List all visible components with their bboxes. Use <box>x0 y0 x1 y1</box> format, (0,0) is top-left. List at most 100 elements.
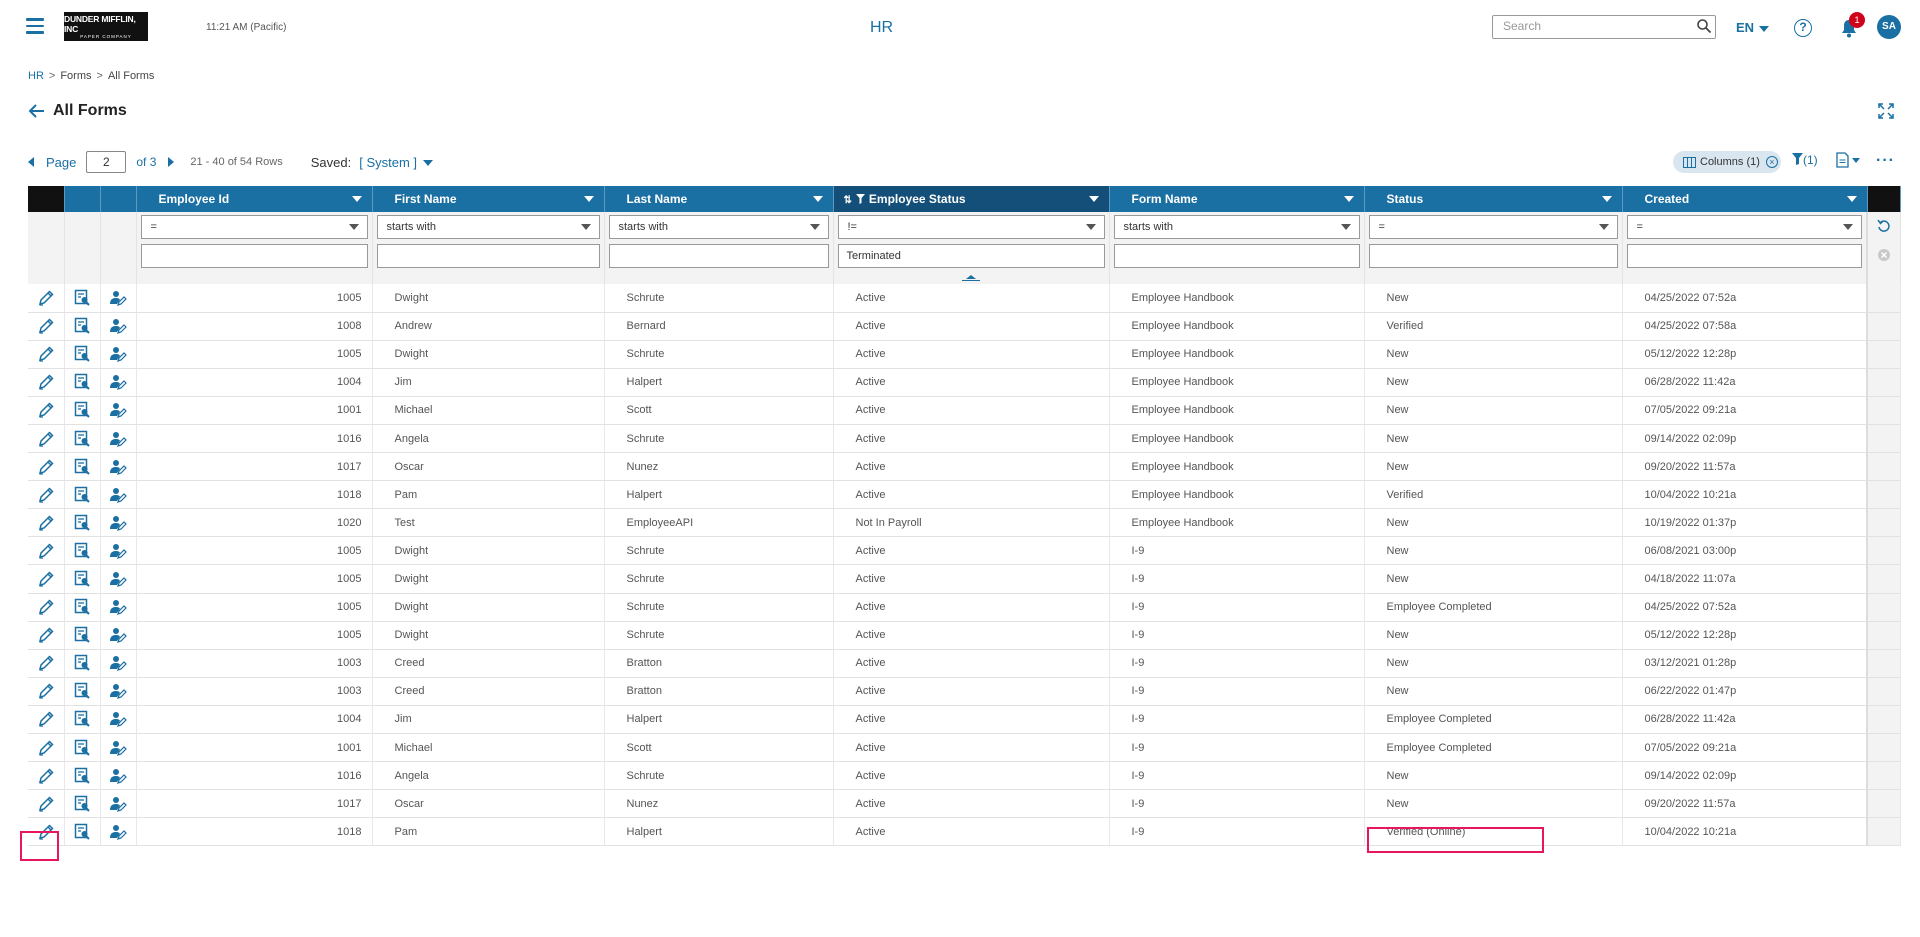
employee-edit-icon[interactable] <box>100 733 137 763</box>
page-number-input[interactable]: 2 <box>86 151 127 173</box>
column-menu-icon[interactable] <box>1601 196 1612 202</box>
back-arrow-icon[interactable] <box>28 104 46 118</box>
employee-edit-icon[interactable] <box>100 649 137 678</box>
edit-pencil-icon[interactable] <box>28 340 65 369</box>
filter-operator-form-name[interactable]: starts with <box>1113 215 1360 239</box>
table-row[interactable]: 1003 Creed Bratton Active I-9 New 06/22/2022 0… <box>28 677 1901 706</box>
column-menu-icon[interactable] <box>812 196 823 202</box>
form-view-icon[interactable] <box>64 761 101 791</box>
col-header-employee-id[interactable]: Employee Id <box>136 186 373 212</box>
form-view-icon[interactable] <box>64 508 101 538</box>
employee-edit-icon[interactable] <box>100 593 137 622</box>
language-selector[interactable]: EN <box>1736 20 1770 35</box>
edit-pencil-icon[interactable] <box>28 508 65 538</box>
table-row[interactable]: 1018 Pam Halpert Active I-9 Verified (Online)… <box>28 817 1901 847</box>
column-menu-icon[interactable] <box>1846 196 1857 202</box>
employee-edit-icon[interactable] <box>100 480 137 510</box>
form-view-icon[interactable] <box>64 452 101 482</box>
form-view-icon[interactable] <box>64 733 101 763</box>
table-row[interactable]: 1001 Michael Scott Active Employee Handbook N… <box>28 396 1901 425</box>
form-view-icon[interactable] <box>64 705 101 735</box>
avatar[interactable]: SA <box>1877 15 1901 39</box>
expand-icon[interactable] <box>1878 103 1894 119</box>
employee-edit-icon[interactable] <box>100 424 137 454</box>
table-row[interactable]: 1017 Oscar Nunez Active Employee Handbook New… <box>28 452 1901 482</box>
column-menu-icon[interactable] <box>583 196 594 202</box>
menu-icon[interactable] <box>26 18 44 34</box>
filter-value-last-name[interactable] <box>608 244 829 268</box>
employee-edit-icon[interactable] <box>100 789 137 819</box>
filter-value-status[interactable] <box>1368 244 1618 268</box>
edit-pencil-icon[interactable] <box>28 621 65 650</box>
next-page-icon[interactable] <box>168 157 175 167</box>
edit-pencil-icon[interactable] <box>28 649 65 678</box>
employee-edit-icon[interactable] <box>100 761 137 791</box>
edit-pencil-icon[interactable] <box>28 817 65 847</box>
company-logo[interactable]: DUNDER MIFFLIN, INC PAPER COMPANY <box>64 12 148 41</box>
employee-edit-icon[interactable] <box>100 284 137 313</box>
employee-edit-icon[interactable] <box>100 452 137 482</box>
form-view-icon[interactable] <box>64 368 101 397</box>
table-row[interactable]: 1020 Test EmployeeAPI Not In Payroll Employe… <box>28 508 1901 538</box>
columns-chip[interactable]: Columns (1) × <box>1673 151 1781 173</box>
form-view-icon[interactable] <box>64 536 101 566</box>
collapse-filter-icon[interactable] <box>961 273 981 281</box>
search-icon[interactable] <box>1696 18 1712 34</box>
employee-edit-icon[interactable] <box>100 312 137 341</box>
table-row[interactable]: 1005 Dwight Schrute Active I-9 New 05/12/2022 … <box>28 621 1901 650</box>
table-row[interactable]: 1005 Dwight Schrute Active I-9 New 06/08/2021 … <box>28 536 1901 566</box>
form-view-icon[interactable] <box>64 424 101 454</box>
employee-edit-icon[interactable] <box>100 564 137 594</box>
saved-view-dropdown[interactable]: [ System ] <box>359 155 434 170</box>
form-view-icon[interactable] <box>64 789 101 819</box>
filter-value-employee-id[interactable] <box>140 244 368 268</box>
employee-edit-icon[interactable] <box>100 368 137 397</box>
employee-edit-icon[interactable] <box>100 508 137 538</box>
filter-value-form-name[interactable] <box>1113 244 1360 268</box>
filter-operator-first-name[interactable]: starts with <box>376 215 600 239</box>
form-view-icon[interactable] <box>64 480 101 510</box>
prev-page-icon[interactable] <box>28 157 34 167</box>
form-view-icon[interactable] <box>64 396 101 425</box>
table-row[interactable]: 1016 Angela Schrute Active I-9 New 09/14/2022 … <box>28 761 1901 791</box>
filter-operator-last-name[interactable]: starts with <box>608 215 829 239</box>
table-row[interactable]: 1003 Creed Bratton Active I-9 New 03/12/2021 0… <box>28 649 1901 678</box>
edit-pencil-icon[interactable] <box>28 705 65 735</box>
help-icon[interactable]: ? <box>1794 19 1812 37</box>
form-view-icon[interactable] <box>64 340 101 369</box>
filter-value-employee-status[interactable]: Terminated <box>837 244 1105 268</box>
filter-button[interactable]: (1) <box>1792 153 1818 167</box>
col-header-last-name[interactable]: Last Name <box>604 186 834 212</box>
edit-pencil-icon[interactable] <box>28 424 65 454</box>
edit-pencil-icon[interactable] <box>28 312 65 341</box>
edit-pencil-icon[interactable] <box>28 284 65 313</box>
edit-pencil-icon[interactable] <box>28 564 65 594</box>
col-header-form-name[interactable]: Form Name <box>1109 186 1365 212</box>
filter-value-created[interactable] <box>1626 244 1862 268</box>
form-view-icon[interactable] <box>64 649 101 678</box>
export-icon[interactable] <box>1836 152 1862 168</box>
table-row[interactable]: 1016 Angela Schrute Active Employee Handbook… <box>28 424 1901 454</box>
table-row[interactable]: 1004 Jim Halpert Active I-9 Employee Complete… <box>28 705 1901 735</box>
table-row[interactable]: 1005 Dwight Schrute Active I-9 New 04/18/2022 … <box>28 564 1901 594</box>
edit-pencil-icon[interactable] <box>28 593 65 622</box>
form-view-icon[interactable] <box>64 817 101 847</box>
table-row[interactable]: 1005 Dwight Schrute Active Employee Handbook… <box>28 284 1901 313</box>
form-view-icon[interactable] <box>64 284 101 313</box>
more-icon[interactable]: ··· <box>1876 152 1895 170</box>
form-view-icon[interactable] <box>64 564 101 594</box>
filter-operator-employee-id[interactable]: = <box>140 215 368 239</box>
col-header-status[interactable]: Status <box>1364 186 1623 212</box>
employee-edit-icon[interactable] <box>100 340 137 369</box>
form-view-icon[interactable] <box>64 312 101 341</box>
edit-pencil-icon[interactable] <box>28 368 65 397</box>
filter-operator-status[interactable]: = <box>1368 215 1618 239</box>
employee-edit-icon[interactable] <box>100 536 137 566</box>
form-view-icon[interactable] <box>64 621 101 650</box>
form-view-icon[interactable] <box>64 677 101 706</box>
column-menu-icon[interactable] <box>1088 196 1099 202</box>
edit-pencil-icon[interactable] <box>28 677 65 706</box>
table-row[interactable]: 1017 Oscar Nunez Active I-9 New 09/20/2022 11:… <box>28 789 1901 819</box>
col-header-first-name[interactable]: First Name <box>372 186 605 212</box>
table-row[interactable]: 1005 Dwight Schrute Active Employee Handbook… <box>28 340 1901 369</box>
